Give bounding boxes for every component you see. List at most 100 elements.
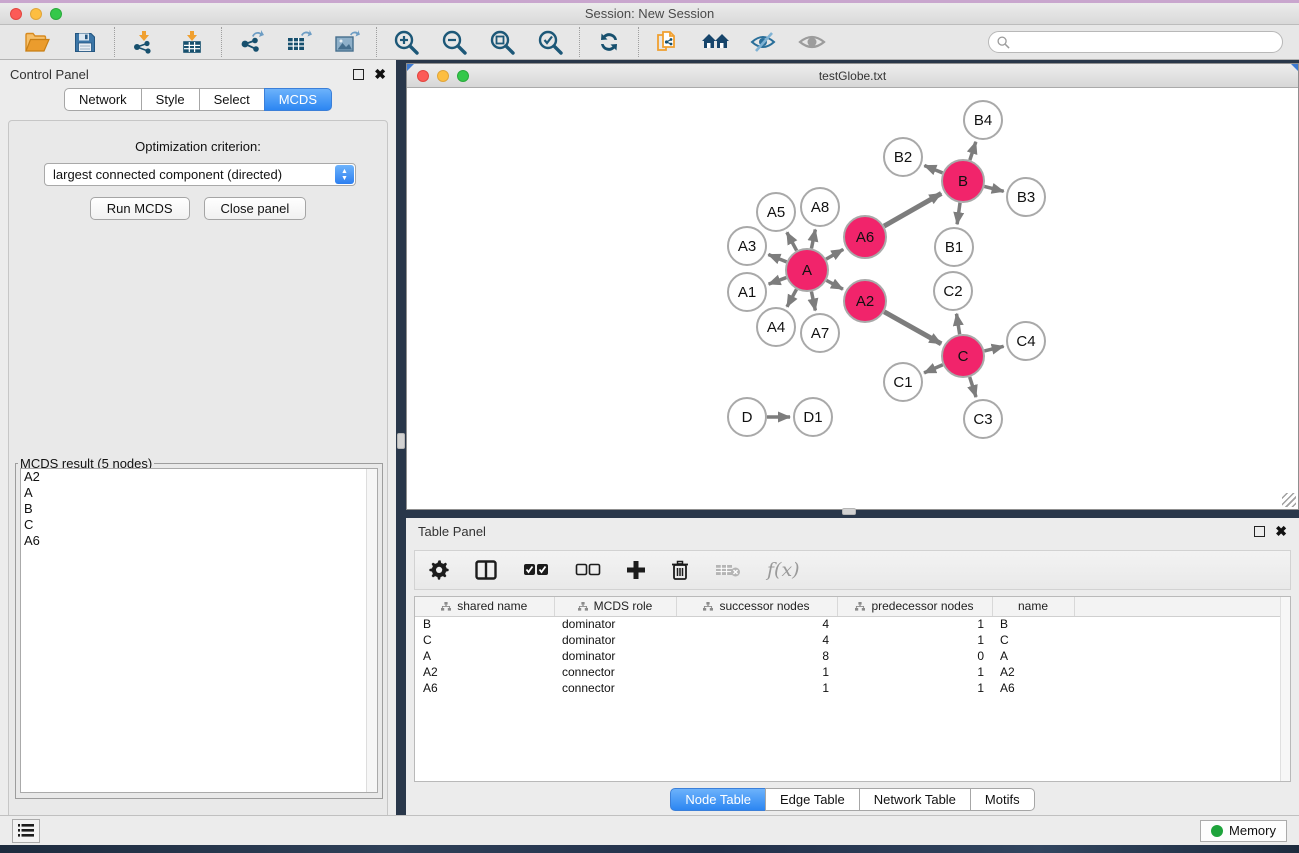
table-cell[interactable]: A6 <box>992 680 1074 696</box>
graph-edge[interactable] <box>787 232 797 250</box>
run-mcds-button[interactable]: Run MCDS <box>90 197 190 220</box>
graph-edge[interactable] <box>956 314 959 335</box>
graph-edge[interactable] <box>984 186 1003 191</box>
show-panels-list-icon[interactable] <box>12 819 40 843</box>
graph-node-A[interactable]: A <box>786 249 828 291</box>
resize-grip-icon[interactable] <box>1282 493 1296 507</box>
table-row[interactable]: A6connector11A6 <box>415 680 1282 696</box>
table-cell[interactable]: 1 <box>837 632 992 648</box>
table-cell[interactable]: A6 <box>415 680 554 696</box>
graph-edge[interactable] <box>884 312 941 344</box>
table-cell[interactable]: C <box>415 632 554 648</box>
vertical-split-handle[interactable] <box>397 433 405 449</box>
graph-node-A1[interactable]: A1 <box>728 273 766 311</box>
float-table-panel-icon[interactable] <box>1254 526 1265 537</box>
graph-node-A4[interactable]: A4 <box>757 308 795 346</box>
delete-column-trash-icon[interactable] <box>671 560 689 580</box>
graph-edge[interactable] <box>826 280 843 289</box>
table-row[interactable]: Bdominator41B <box>415 616 1282 632</box>
export-image-icon[interactable] <box>332 29 362 55</box>
show-all-networks-icon[interactable] <box>701 29 731 55</box>
deselect-all-columns-icon[interactable] <box>575 563 601 577</box>
table-cell[interactable]: B <box>992 616 1074 632</box>
graph-node-D[interactable]: D <box>728 398 766 436</box>
mcds-result-item[interactable]: B <box>21 501 377 517</box>
import-table-icon[interactable] <box>177 29 207 55</box>
graph-node-D1[interactable]: D1 <box>794 398 832 436</box>
close-table-panel-icon[interactable]: ✖ <box>1275 526 1287 537</box>
graph-edge[interactable] <box>769 278 787 285</box>
graph-edge[interactable] <box>768 255 786 262</box>
graph-node-B2[interactable]: B2 <box>884 138 922 176</box>
graph-node-A8[interactable]: A8 <box>801 188 839 226</box>
graph-node-A5[interactable]: A5 <box>757 193 795 231</box>
graph-node-A7[interactable]: A7 <box>801 314 839 352</box>
table-cell[interactable]: 8 <box>676 648 837 664</box>
mcds-result-item[interactable]: A6 <box>21 533 377 549</box>
mcds-result-list[interactable]: A2ABCA6 <box>20 468 378 793</box>
column-header-successor-nodes[interactable]: successor nodes <box>676 597 837 616</box>
tab-edge-table[interactable]: Edge Table <box>765 788 860 811</box>
graph-edge[interactable] <box>787 289 797 306</box>
graph-node-C2[interactable]: C2 <box>934 272 972 310</box>
table-cell[interactable]: A <box>415 648 554 664</box>
table-cell[interactable]: 0 <box>837 648 992 664</box>
resize-corner-icon[interactable] <box>407 64 414 71</box>
graph-edge[interactable] <box>984 346 1003 351</box>
mcds-result-item[interactable]: A <box>21 485 377 501</box>
graph-node-A3[interactable]: A3 <box>728 227 766 265</box>
graph-edge[interactable] <box>826 249 843 259</box>
zoom-selected-icon[interactable] <box>535 29 565 55</box>
graph-node-C[interactable]: C <box>942 335 984 377</box>
mcds-result-item[interactable]: A2 <box>21 469 377 485</box>
export-table-icon[interactable] <box>284 29 314 55</box>
table-cell[interactable]: B <box>415 616 554 632</box>
column-header-shared-name[interactable]: shared name <box>415 597 554 616</box>
horizontal-split-handle[interactable] <box>842 508 856 515</box>
graph-node-C4[interactable]: C4 <box>1007 322 1045 360</box>
graph-edge[interactable] <box>924 365 943 373</box>
table-cell[interactable]: 4 <box>676 616 837 632</box>
refresh-icon[interactable] <box>594 29 624 55</box>
column-header-name[interactable]: name <box>992 597 1074 616</box>
memory-button[interactable]: Memory <box>1200 820 1287 842</box>
tab-select[interactable]: Select <box>199 88 265 111</box>
tab-mcds[interactable]: MCDS <box>264 88 332 111</box>
table-cell[interactable]: connector <box>554 680 676 696</box>
table-cell[interactable]: dominator <box>554 632 676 648</box>
table-cell[interactable]: A2 <box>415 664 554 680</box>
table-cell[interactable]: 1 <box>837 680 992 696</box>
table-cell[interactable]: C <box>992 632 1074 648</box>
graph-node-B1[interactable]: B1 <box>935 228 973 266</box>
graph-edge[interactable] <box>970 142 976 160</box>
search-input[interactable] <box>1015 35 1274 49</box>
tab-network-table[interactable]: Network Table <box>859 788 971 811</box>
table-row[interactable]: Adominator80A <box>415 648 1282 664</box>
graph-edge[interactable] <box>924 166 942 173</box>
graph-node-B3[interactable]: B3 <box>1007 178 1045 216</box>
mcds-result-item[interactable]: C <box>21 517 377 533</box>
tab-style[interactable]: Style <box>141 88 200 111</box>
table-cell[interactable]: A <box>992 648 1074 664</box>
float-panel-icon[interactable] <box>353 69 364 80</box>
graph-edge[interactable] <box>884 193 941 226</box>
table-cell[interactable]: A2 <box>992 664 1074 680</box>
tab-node-table[interactable]: Node Table <box>670 788 766 811</box>
select-all-columns-icon[interactable] <box>523 563 549 577</box>
graph-node-A2[interactable]: A2 <box>844 280 886 322</box>
save-session-icon[interactable] <box>70 29 100 55</box>
table-settings-gear-icon[interactable] <box>429 560 449 580</box>
network-graph[interactable]: AA6A2BCA5A8A3A1A4A7B2B4B3B1C2C4C1C3DD1 <box>407 88 1298 509</box>
table-cell[interactable]: dominator <box>554 648 676 664</box>
table-row[interactable]: A2connector11A2 <box>415 664 1282 680</box>
open-file-icon[interactable] <box>22 29 52 55</box>
graph-node-B4[interactable]: B4 <box>964 101 1002 139</box>
column-header-MCDS-role[interactable]: MCDS role <box>554 597 676 616</box>
import-network-icon[interactable] <box>129 29 159 55</box>
network-window-titlebar[interactable]: testGlobe.txt <box>407 64 1298 88</box>
table-cell[interactable]: 4 <box>676 632 837 648</box>
zoom-out-icon[interactable] <box>439 29 469 55</box>
graph-edge[interactable] <box>811 230 815 249</box>
zoom-in-icon[interactable] <box>391 29 421 55</box>
graph-edge[interactable] <box>811 292 815 311</box>
